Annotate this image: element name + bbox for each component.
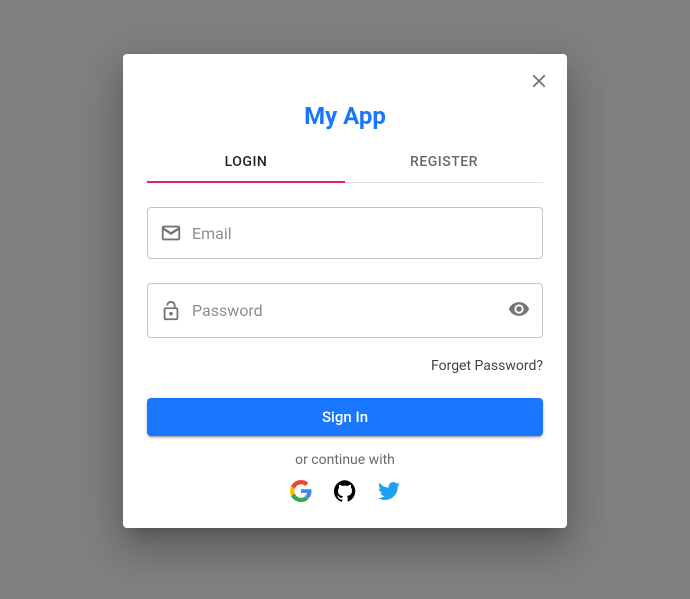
close-button[interactable] xyxy=(519,62,559,102)
continue-with-label: or continue with xyxy=(147,452,543,468)
app-title: My App xyxy=(147,102,543,130)
tab-indicator xyxy=(147,181,345,183)
password-field-wrapper xyxy=(147,283,543,338)
toggle-password-visibility-button[interactable] xyxy=(508,298,530,323)
twitter-login-button[interactable] xyxy=(377,480,401,504)
email-field-wrapper xyxy=(147,207,543,259)
lock-icon xyxy=(160,300,182,322)
social-login-row xyxy=(147,480,543,504)
tab-login[interactable]: Login xyxy=(147,142,345,182)
eye-icon xyxy=(508,298,530,323)
email-input[interactable] xyxy=(192,224,530,243)
sign-in-button[interactable]: Sign In xyxy=(147,398,543,436)
mail-icon xyxy=(160,222,182,244)
forgot-password-link[interactable]: Forget Password? xyxy=(147,358,543,374)
auth-tabs: Login Register xyxy=(147,142,543,183)
google-login-button[interactable] xyxy=(289,480,313,504)
close-icon xyxy=(528,70,550,95)
modal-backdrop: My App Login Register Forget Password? xyxy=(0,0,690,599)
twitter-icon xyxy=(378,480,400,505)
github-icon xyxy=(334,480,356,505)
tab-register[interactable]: Register xyxy=(345,142,543,182)
github-login-button[interactable] xyxy=(333,480,357,504)
google-icon xyxy=(290,480,312,505)
auth-dialog: My App Login Register Forget Password? xyxy=(123,54,567,528)
password-input[interactable] xyxy=(192,301,498,320)
